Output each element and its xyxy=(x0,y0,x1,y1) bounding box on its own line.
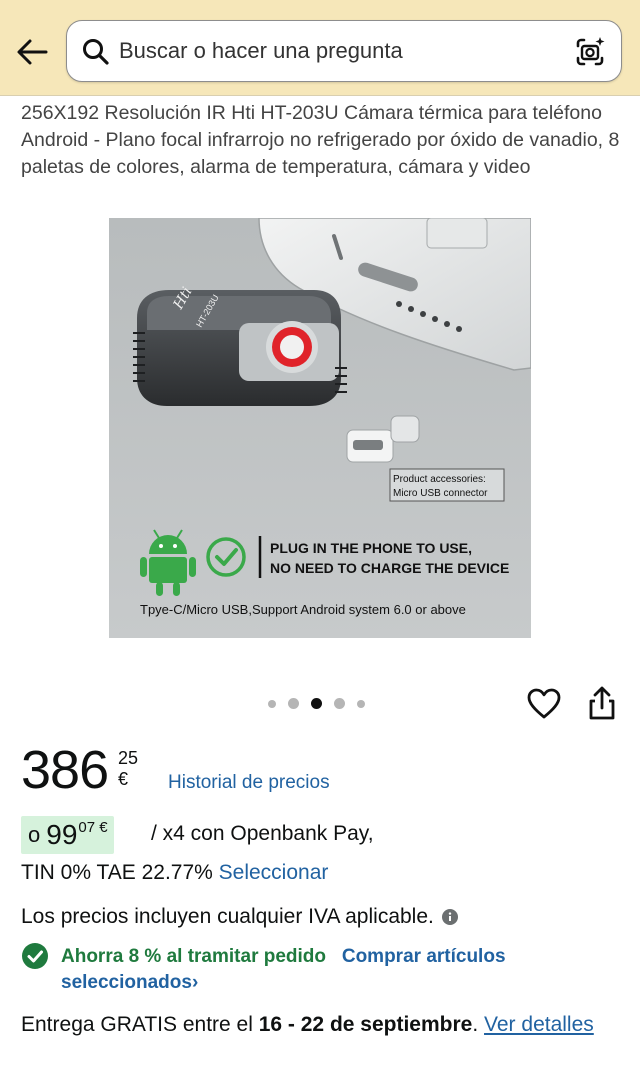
header-bar xyxy=(0,0,640,96)
share-button[interactable] xyxy=(584,684,620,722)
delivery-details-link[interactable]: Ver detalles xyxy=(484,1013,594,1036)
carousel-dot[interactable] xyxy=(268,699,276,708)
search-bar[interactable] xyxy=(66,20,622,82)
accessories-note-line1: Product accessories: xyxy=(393,474,486,485)
delivery-info: Entrega GRATIS entre el 16 - 22 de septi… xyxy=(21,1010,621,1039)
financing-prefix: o xyxy=(28,822,41,847)
financing-whole: 99 xyxy=(46,819,78,850)
carousel-dots[interactable] xyxy=(268,698,365,709)
share-icon xyxy=(589,686,615,720)
support-line: Tpye-C/Micro USB,Support Android system … xyxy=(140,602,466,617)
financing-fraction: 07 € xyxy=(78,819,108,836)
carousel-dot[interactable] xyxy=(357,699,365,708)
price-whole: 386 xyxy=(21,740,109,800)
heart-icon xyxy=(527,688,561,719)
search-icon xyxy=(83,39,109,65)
financing-terms: / x4 con Openbank Pay, xyxy=(151,822,374,845)
tin-text: TIN 0% TAE 22.77% xyxy=(21,861,213,884)
plug-in-line2: NO NEED TO CHARGE THE DEVICE xyxy=(270,560,509,576)
financing-row: o 99 07 € / x4 con Openbank Pay, xyxy=(21,816,621,854)
savings-text: Ahorra 8 % al tramitar pedido xyxy=(61,946,327,967)
price-history-link[interactable]: Historial de precios xyxy=(168,772,330,794)
info-icon[interactable] xyxy=(441,909,458,925)
vat-note-row: Los precios incluyen cualquier IVA aplic… xyxy=(21,905,458,929)
savings-text-block: Ahorra 8 % al tramitar pedido Comprar ar… xyxy=(61,944,621,996)
camera-search-icon[interactable] xyxy=(573,35,607,69)
carousel-dot[interactable] xyxy=(334,698,345,709)
plug-in-line1: PLUG IN THE PHONE TO USE, xyxy=(270,540,472,556)
vat-note: Los precios incluyen cualquier IVA aplic… xyxy=(21,905,434,928)
financing-badge: o 99 07 € xyxy=(21,816,114,854)
back-button[interactable] xyxy=(14,34,50,70)
check-circle-icon xyxy=(22,943,48,969)
chevron-right-icon: › xyxy=(191,972,199,993)
carousel-dot-active[interactable] xyxy=(311,698,322,709)
price-fraction: 25 € xyxy=(118,748,139,789)
delivery-dates: 16 - 22 de septiembre xyxy=(258,1013,473,1036)
product-image[interactable]: Hti HT-203U Product accessories: Micro U… xyxy=(109,218,531,638)
search-input[interactable] xyxy=(119,31,559,71)
arrow-left-icon xyxy=(17,39,48,65)
carousel-dot[interactable] xyxy=(288,698,299,709)
product-title: 256X192 Resolución IR Hti HT-203U Cámara… xyxy=(21,102,620,178)
thermal-camera-illustration: Hti HT-203U Product accessories: Micro U… xyxy=(109,218,531,638)
wishlist-button[interactable] xyxy=(526,686,562,722)
tin-row: TIN 0% TAE 22.77% Seleccionar xyxy=(21,861,328,885)
accessories-note-line2: Micro USB connector xyxy=(393,488,488,499)
delivery-prefix: Entrega GRATIS entre el xyxy=(21,1013,253,1036)
select-financing-link[interactable]: Seleccionar xyxy=(219,861,329,884)
delivery-suffix: . xyxy=(472,1013,479,1036)
